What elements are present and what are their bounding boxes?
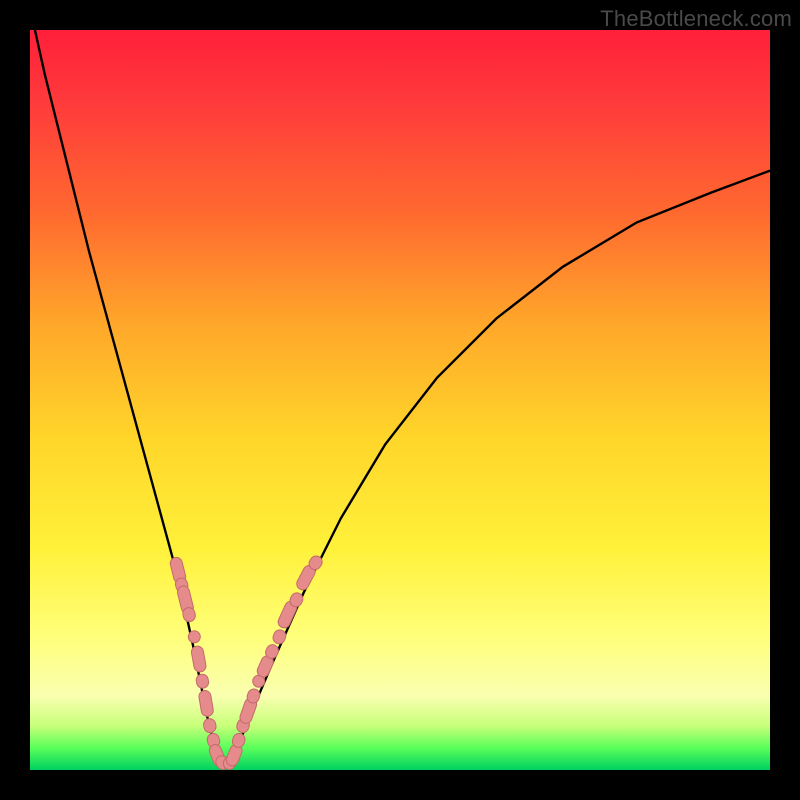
chart-root: TheBottleneck.com <box>0 0 800 800</box>
curve-marker <box>195 673 209 689</box>
curve-layer <box>30 30 770 770</box>
plot-area <box>30 30 770 770</box>
curve-marker <box>198 690 214 718</box>
curve-markers <box>169 554 324 772</box>
curve-marker <box>190 645 206 673</box>
bottleneck-curve <box>30 8 770 763</box>
watermark-text: TheBottleneck.com <box>600 6 792 32</box>
curve-marker <box>271 628 287 646</box>
curve-marker <box>203 718 218 734</box>
